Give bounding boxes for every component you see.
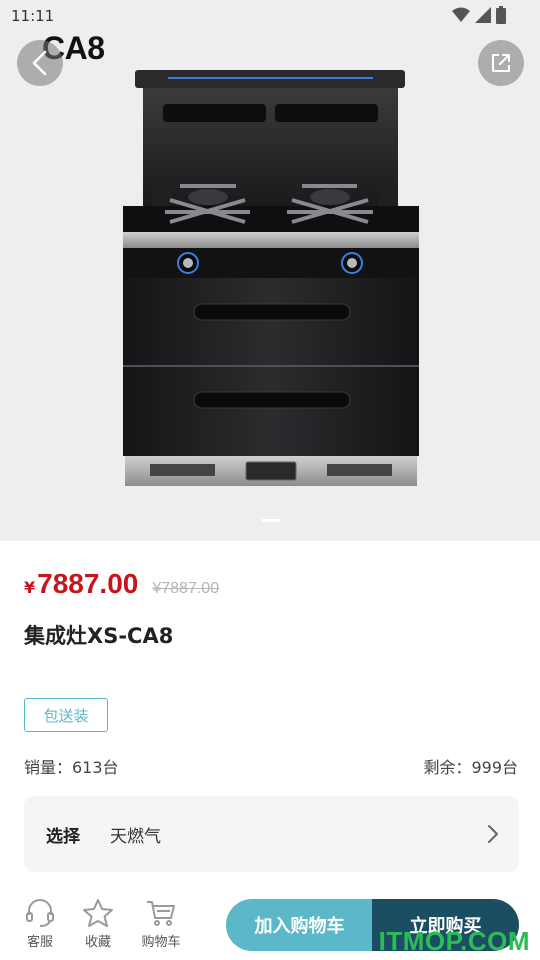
add-to-cart-button[interactable]: 加入购物车 xyxy=(226,899,373,951)
watermark-logo: ITMOP.COM xyxy=(378,926,530,956)
cart-label: 购物车 xyxy=(141,935,181,950)
sales-count: 销量：613台 xyxy=(24,758,119,777)
chevron-right-icon xyxy=(488,825,498,843)
customer-service-label: 客服 xyxy=(26,935,53,950)
cart-button[interactable]: 购物车 xyxy=(139,898,183,950)
battery-icon xyxy=(496,6,506,24)
wifi-icon xyxy=(452,7,470,22)
service-tag: 包送装 xyxy=(24,698,108,732)
share-button[interactable] xyxy=(478,40,524,86)
currency-symbol: ¥ xyxy=(24,578,36,597)
status-time: 11:11 xyxy=(11,7,55,25)
carousel-indicator xyxy=(261,519,281,522)
chevron-left-icon xyxy=(32,50,47,76)
spec-label: 选择 xyxy=(46,826,80,847)
back-button[interactable] xyxy=(17,40,63,86)
product-image-carousel[interactable]: CA8 xyxy=(0,0,540,541)
product-image xyxy=(123,70,419,486)
signal-icon xyxy=(475,7,491,23)
stock-count: 剩余：999台 xyxy=(423,758,518,777)
customer-service-button[interactable]: 客服 xyxy=(18,898,62,950)
favorite-button[interactable]: 收藏 xyxy=(76,898,120,950)
price-row: ¥ 7887.00 ¥7887.00 xyxy=(24,568,219,600)
cart-icon xyxy=(147,901,175,926)
status-icons xyxy=(452,6,506,24)
status-bar: 11:11 xyxy=(0,0,540,32)
star-icon xyxy=(83,899,113,927)
headset-icon xyxy=(26,899,54,927)
product-name: 集成灶XS-CA8 xyxy=(24,624,174,648)
share-icon xyxy=(492,54,510,72)
original-price: ¥7887.00 xyxy=(152,580,220,597)
favorite-label: 收藏 xyxy=(84,935,111,950)
spec-selector[interactable]: 选择 天燃气 xyxy=(24,796,519,872)
spec-value: 天燃气 xyxy=(110,826,161,847)
sale-price: 7887.00 xyxy=(37,568,139,599)
